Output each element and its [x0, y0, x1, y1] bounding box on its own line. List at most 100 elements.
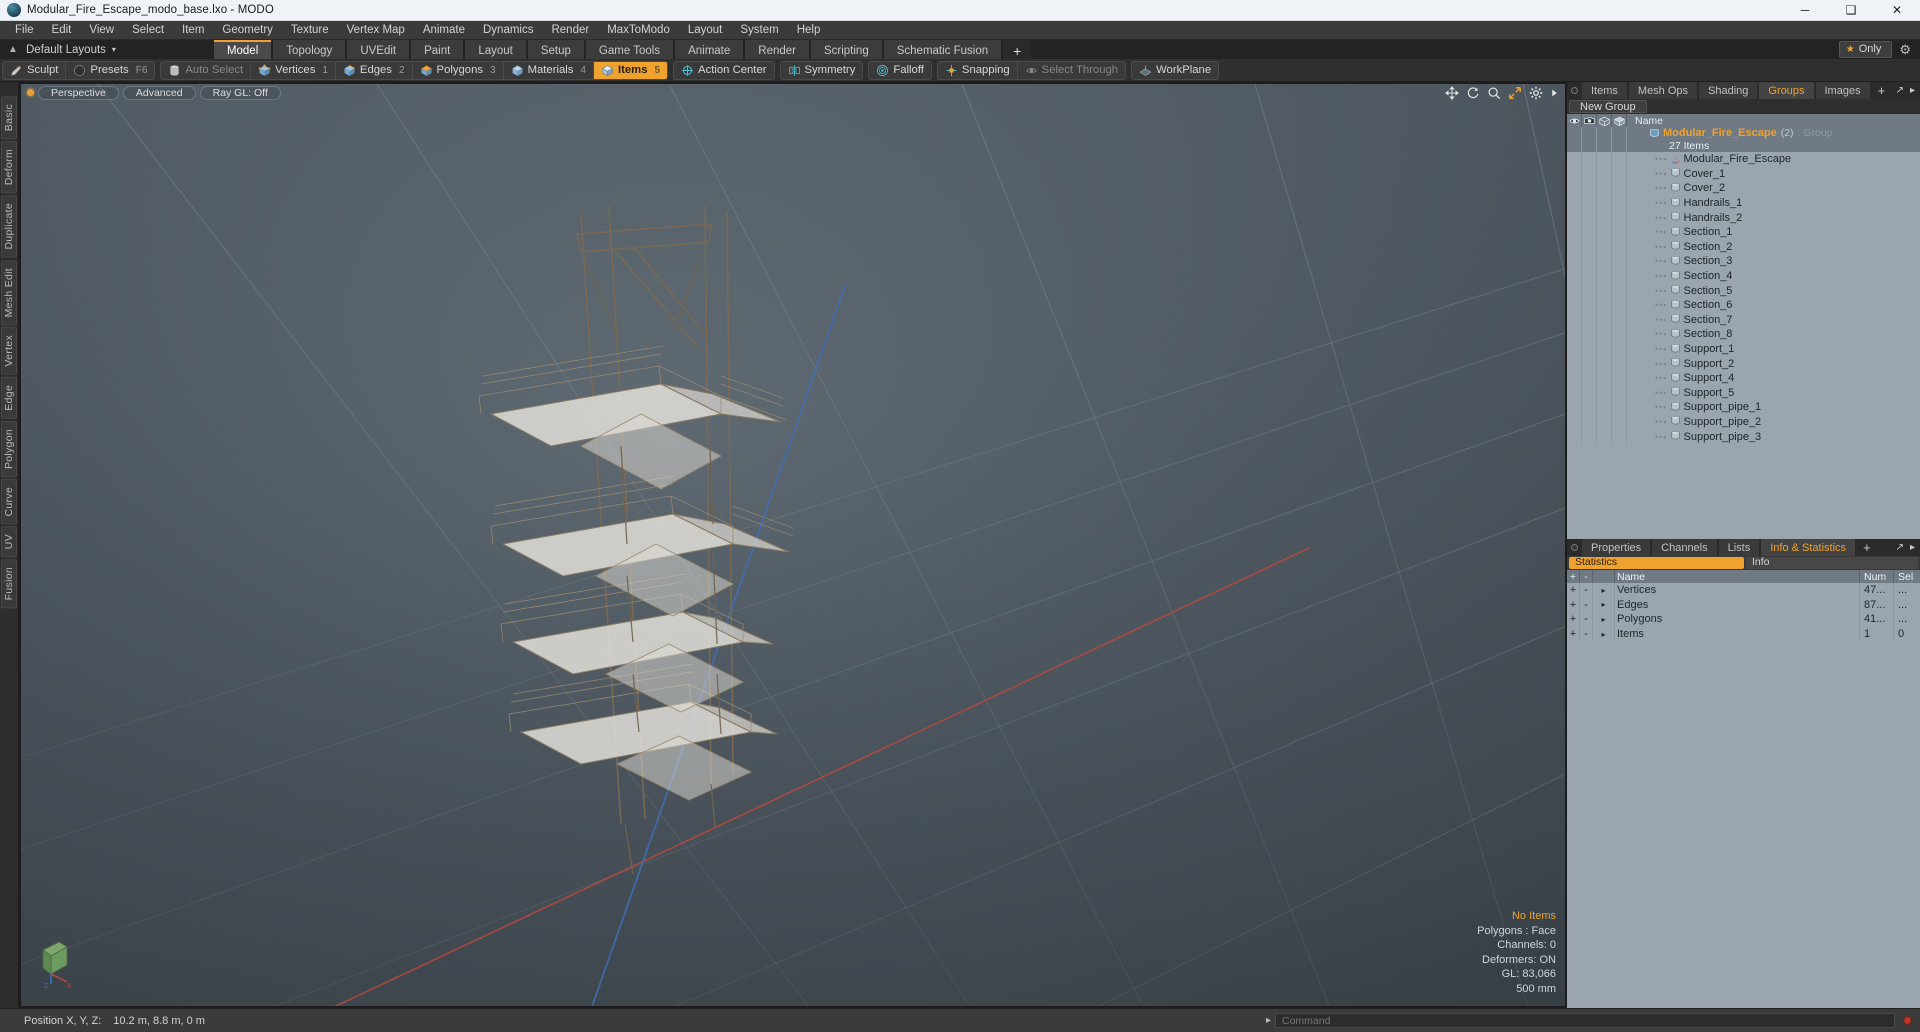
- wireframe-column-header[interactable]: [1612, 114, 1627, 127]
- list-item[interactable]: ••▪ Section_8: [1567, 327, 1920, 342]
- visibility-cell[interactable]: [1567, 429, 1582, 444]
- row-minus-button[interactable]: -: [1580, 583, 1593, 598]
- visibility-cell[interactable]: [1567, 414, 1582, 430]
- shaded-cell[interactable]: [1597, 370, 1612, 386]
- vtab-curve[interactable]: Curve: [1, 478, 17, 525]
- polygons-button[interactable]: Polygons 3: [411, 61, 503, 79]
- viewport-3d[interactable]: Perspective Advanced Ray GL: Off No Item…: [21, 84, 1565, 1006]
- render-column-header[interactable]: [1582, 114, 1597, 127]
- tab-channels[interactable]: Channels: [1652, 539, 1717, 556]
- list-item[interactable]: ••▪ Section_3: [1567, 254, 1920, 269]
- menu-view[interactable]: View: [80, 21, 123, 39]
- tab-paint[interactable]: Paint: [411, 40, 464, 59]
- menu-maxtomodo[interactable]: MaxToModo: [598, 21, 679, 39]
- tab-schematic-fusion[interactable]: Schematic Fusion: [883, 40, 1002, 59]
- visibility-cell[interactable]: [1567, 283, 1582, 298]
- add-info-tab[interactable]: +: [1857, 539, 1877, 556]
- vtab-edge[interactable]: Edge: [1, 376, 17, 419]
- menu-system[interactable]: System: [731, 21, 787, 39]
- table-row[interactable]: + - ▸ Edges 87......: [1567, 597, 1920, 613]
- visibility-cell[interactable]: [1567, 297, 1582, 313]
- default-layouts-label[interactable]: Default Layouts: [22, 44, 110, 56]
- subtab-statistics[interactable]: Statistics: [1569, 557, 1744, 569]
- list-item[interactable]: ••▪ Modular_Fire_Escape: [1567, 152, 1920, 167]
- visibility-cell[interactable]: [1567, 400, 1582, 415]
- list-item[interactable]: ••▪ Cover_2: [1567, 181, 1920, 196]
- visibility-cell[interactable]: [1567, 312, 1582, 328]
- shaded-cell[interactable]: [1597, 224, 1612, 240]
- symmetry-button[interactable]: Symmetry: [781, 62, 863, 79]
- shaded-cell[interactable]: [1597, 429, 1612, 444]
- wireframe-cell[interactable]: [1612, 152, 1627, 167]
- auto-select-button[interactable]: Auto Select: [161, 62, 250, 79]
- render-cell[interactable]: [1582, 224, 1597, 240]
- panel-arrow-icon[interactable]: ▸: [1910, 85, 1915, 96]
- visibility-cell[interactable]: [1567, 254, 1582, 269]
- only-toggle-button[interactable]: ★ Only: [1838, 41, 1893, 58]
- row-minus-button[interactable]: -: [1580, 626, 1593, 642]
- render-cell[interactable]: [1582, 414, 1597, 430]
- presets-button[interactable]: Presets F6: [65, 61, 154, 79]
- render-cell[interactable]: [1582, 341, 1597, 357]
- render-cell[interactable]: [1582, 385, 1597, 401]
- list-item[interactable]: ••▪ Handrails_2: [1567, 210, 1920, 225]
- visibility-cell[interactable]: [1567, 152, 1582, 167]
- chevron-down-icon[interactable]: ▾: [112, 45, 116, 54]
- shaded-cell[interactable]: [1597, 400, 1612, 415]
- row-plus-button[interactable]: +: [1567, 583, 1580, 598]
- menu-texture[interactable]: Texture: [282, 21, 338, 39]
- list-item[interactable]: ••▪ Support_2: [1567, 356, 1920, 371]
- visibility-column-header[interactable]: [1567, 114, 1582, 127]
- shaded-cell[interactable]: [1597, 341, 1612, 357]
- list-item[interactable]: ••▪ Cover_1: [1567, 166, 1920, 182]
- viewport-raygl-pill[interactable]: Ray GL: Off: [199, 85, 281, 100]
- new-group-button[interactable]: New Group: [1569, 100, 1647, 113]
- wireframe-cell[interactable]: [1612, 429, 1627, 444]
- menu-render[interactable]: Render: [542, 21, 598, 39]
- visibility-cell[interactable]: [1567, 327, 1582, 342]
- render-cell[interactable]: [1582, 254, 1597, 269]
- row-plus-button[interactable]: +: [1567, 597, 1580, 613]
- wireframe-cell[interactable]: [1612, 356, 1627, 371]
- wireframe-cell[interactable]: [1612, 341, 1627, 357]
- wireframe-cell[interactable]: [1612, 312, 1627, 328]
- group-row[interactable]: Modular_Fire_Escape (2) : Group: [1567, 127, 1920, 139]
- list-item[interactable]: ••▪ Support_4: [1567, 370, 1920, 386]
- action-center-button[interactable]: Action Center: [674, 62, 773, 79]
- row-minus-button[interactable]: -: [1580, 597, 1593, 613]
- shaded-cell[interactable]: [1597, 195, 1612, 211]
- expand-info-panel-icon[interactable]: ↗: [1896, 542, 1904, 553]
- gear-icon[interactable]: [1529, 86, 1543, 100]
- shaded-cell[interactable]: [1597, 297, 1612, 313]
- info-panel-arrow-icon[interactable]: ▸: [1910, 542, 1915, 553]
- add-tab-button[interactable]: +: [1003, 40, 1032, 59]
- menu-edit[interactable]: Edit: [43, 21, 81, 39]
- shaded-cell[interactable]: [1597, 356, 1612, 371]
- vtab-mesh-edit[interactable]: Mesh Edit: [1, 259, 17, 326]
- shaded-cell[interactable]: [1597, 327, 1612, 342]
- render-cell[interactable]: [1582, 400, 1597, 415]
- materials-button[interactable]: Materials 4: [502, 61, 593, 79]
- subtab-info[interactable]: Info: [1746, 557, 1918, 569]
- axis-gizmo[interactable]: X Z: [37, 934, 93, 990]
- vertices-button[interactable]: Vertices 1: [250, 61, 335, 79]
- wireframe-cell[interactable]: [1612, 224, 1627, 240]
- visibility-cell[interactable]: [1567, 239, 1582, 255]
- select-through-button[interactable]: Select Through: [1016, 61, 1125, 79]
- menu-geometry[interactable]: Geometry: [213, 21, 282, 39]
- falloff-button[interactable]: Falloff: [869, 62, 931, 79]
- vtab-basic[interactable]: Basic: [1, 96, 17, 140]
- tab-setup[interactable]: Setup: [527, 40, 584, 59]
- render-cell[interactable]: [1582, 195, 1597, 211]
- shaded-cell[interactable]: [1597, 152, 1612, 167]
- tab-groups[interactable]: Groups: [1759, 82, 1814, 99]
- wireframe-cell[interactable]: [1612, 210, 1627, 225]
- wireframe-cell[interactable]: [1612, 297, 1627, 313]
- workplane-button[interactable]: WorkPlane: [1132, 62, 1218, 79]
- menu-help[interactable]: Help: [788, 21, 830, 39]
- visibility-cell[interactable]: [1567, 356, 1582, 371]
- tab-game-tools[interactable]: Game Tools: [585, 40, 674, 59]
- arrow-right-icon[interactable]: [1550, 86, 1559, 100]
- list-item[interactable]: ••▪ Section_2: [1567, 239, 1920, 255]
- render-cell[interactable]: [1582, 356, 1597, 371]
